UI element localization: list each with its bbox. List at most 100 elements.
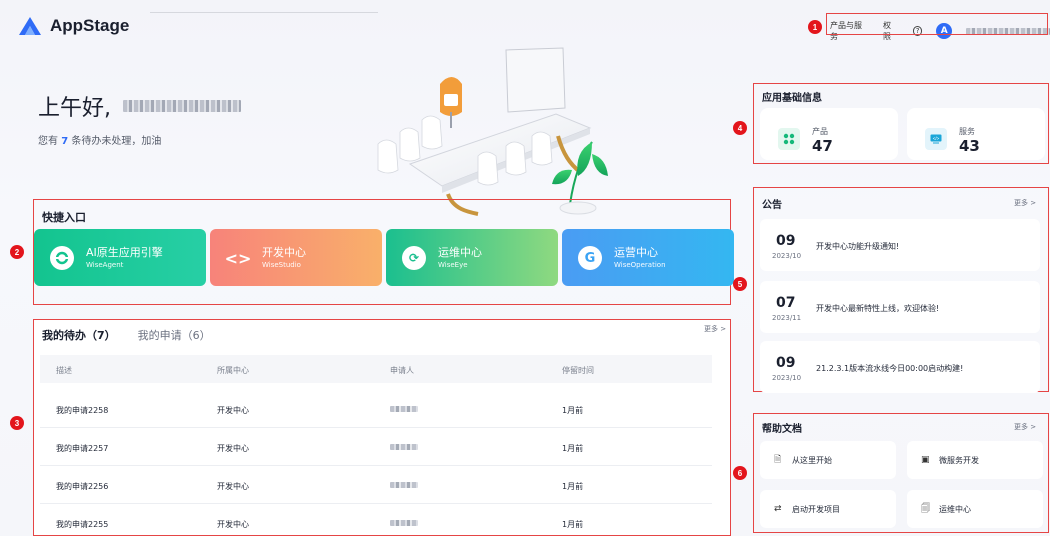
cell-stay-time: 1月前 <box>562 482 584 491</box>
table-row[interactable]: 我的申请2258 开发中心 1月前 <box>40 390 712 428</box>
document-icon: 🗎 <box>774 455 782 465</box>
ops-icon: ⟳ <box>402 246 426 270</box>
notice-item[interactable]: 09 2023/10 开发中心功能升级通知! <box>760 219 1040 271</box>
col-applicant: 申请人 <box>390 366 414 375</box>
terminal-icon: ▣ <box>921 455 930 465</box>
product-label: 产品 <box>812 127 828 136</box>
notice-year-month: 2023/10 <box>772 252 802 260</box>
notice-text[interactable]: 开发中心最新特性上线，欢迎体验! <box>816 303 939 314</box>
marker-5: 5 <box>733 277 747 291</box>
cell-description[interactable]: 我的申请2256 <box>56 481 108 492</box>
quick-card-operation-center[interactable]: G 运营中心 WiseOperation <box>562 229 734 286</box>
service-stat-card[interactable]: </> 服务 43 <box>907 108 1045 160</box>
col-center: 所属中心 <box>217 366 249 375</box>
doc-microservice-dev[interactable]: ▣ 微服务开发 <box>907 441 1043 479</box>
col-stay-time: 停留时间 <box>562 366 594 375</box>
svg-text:</>: </> <box>933 136 940 141</box>
quick-card-subtitle: WiseAgent <box>86 261 124 269</box>
cell-applicant-blurred <box>390 481 418 490</box>
top-links: 产品与服务 权限 ? A <box>830 20 1050 42</box>
quick-card-ops-center[interactable]: ⟳ 运维中心 WiseEye <box>386 229 558 286</box>
product-count: 47 <box>812 137 833 155</box>
cell-applicant-blurred <box>390 519 418 528</box>
marker-6: 6 <box>733 466 747 480</box>
product-icon <box>778 128 800 150</box>
cell-stay-time: 1月前 <box>562 444 584 453</box>
quick-card-title: 开发中心 <box>262 246 306 259</box>
avatar[interactable]: A <box>936 23 953 39</box>
product-stat-card[interactable]: 产品 47 <box>760 108 898 160</box>
switch-icon: ⇄ <box>774 504 782 514</box>
marker-3: 3 <box>10 416 24 430</box>
cell-applicant-blurred <box>390 443 418 452</box>
notice-year-month: 2023/10 <box>772 374 802 382</box>
table-row[interactable]: 我的申请2255 开发中心 1月前 <box>40 504 712 536</box>
marker-2: 2 <box>10 245 24 259</box>
help-icon[interactable]: ? <box>912 26 923 36</box>
todo-more-link[interactable]: 更多 > <box>704 324 726 334</box>
notice-item[interactable]: 07 2023/11 开发中心最新特性上线，欢迎体验! <box>760 281 1040 333</box>
table-row[interactable]: 我的申请2256 开发中心 1月前 <box>40 466 712 504</box>
todo-count: 7 <box>61 136 69 147</box>
doc-label: 启动开发项目 <box>792 505 840 514</box>
cell-center: 开发中心 <box>217 406 249 415</box>
quick-card-subtitle: WiseStudio <box>262 261 301 269</box>
ai-engine-icon <box>50 246 74 270</box>
greeting: 上午好, <box>38 90 241 122</box>
doc-ops-center[interactable]: 🗐 运维中心 <box>907 490 1043 528</box>
service-count: 43 <box>959 137 980 155</box>
quick-entry-title: 快捷入口 <box>42 211 86 224</box>
permission-link[interactable]: 权限 <box>883 20 899 42</box>
notice-item[interactable]: 09 2023/10 21.2.3.1版本流水线今日00:00启动构建! <box>760 341 1040 393</box>
cell-center: 开发中心 <box>217 520 249 529</box>
notice-text[interactable]: 21.2.3.1版本流水线今日00:00启动构建! <box>816 363 963 374</box>
cell-stay-time: 1月前 <box>562 406 584 415</box>
tab-my-requests[interactable]: 我的申请（6） <box>138 327 211 343</box>
quick-card-title: AI原生应用引擎 <box>86 246 163 259</box>
cell-description[interactable]: 我的申请2255 <box>56 519 108 530</box>
notice-title: 公告 <box>762 200 782 211</box>
cell-description[interactable]: 我的申请2258 <box>56 405 108 416</box>
notice-text[interactable]: 开发中心功能升级通知! <box>816 241 899 252</box>
code-icon: <> <box>224 248 252 268</box>
help-docs-title: 帮助文档 <box>762 424 802 435</box>
quick-card-title: 运维中心 <box>438 246 482 259</box>
appstage-logo-icon[interactable] <box>18 16 42 36</box>
quick-card-subtitle: WiseOperation <box>614 261 666 269</box>
doc-label: 微服务开发 <box>939 456 979 465</box>
doc-start-project[interactable]: ⇄ 启动开发项目 <box>760 490 896 528</box>
quick-card-dev-center[interactable]: <> 开发中心 WiseStudio <box>210 229 382 286</box>
greeting-username-blurred <box>123 100 241 112</box>
app-name[interactable]: AppStage <box>50 16 129 36</box>
marker-1: 1 <box>808 20 822 34</box>
notice-day: 09 <box>776 355 796 371</box>
top-bar: AppStage 产品与服务 权限 ? A <box>0 0 1050 44</box>
username-blurred[interactable] <box>966 27 1050 35</box>
table-row[interactable]: 我的申请2257 开发中心 1月前 <box>40 428 712 466</box>
tab-my-todo[interactable]: 我的待办（7） <box>42 327 116 343</box>
service-label: 服务 <box>959 127 975 136</box>
todo-tabs: 我的待办（7） 我的申请（6） <box>42 327 211 343</box>
operation-icon: G <box>578 246 602 270</box>
notice-more-link[interactable]: 更多 > <box>1014 198 1036 208</box>
app-info-title: 应用基础信息 <box>762 93 822 104</box>
help-docs-more-link[interactable]: 更多 > <box>1014 422 1036 432</box>
todo-summary: 您有 7 条待办未处理，加油 <box>38 136 162 147</box>
products-services-link[interactable]: 产品与服务 <box>830 20 869 42</box>
cell-applicant-blurred <box>390 405 418 414</box>
meeting-room-illustration <box>377 47 608 216</box>
col-description: 描述 <box>56 366 72 375</box>
notice-day: 09 <box>776 233 796 249</box>
quick-card-ai-engine[interactable]: AI原生应用引擎 WiseAgent <box>34 229 206 286</box>
cell-description[interactable]: 我的申请2257 <box>56 443 108 454</box>
cell-stay-time: 1月前 <box>562 520 584 529</box>
marker-4: 4 <box>733 121 747 135</box>
service-icon: </> <box>925 128 947 150</box>
cell-center: 开发中心 <box>217 444 249 453</box>
quick-card-subtitle: WiseEye <box>438 261 468 269</box>
greeting-text: 上午好, <box>38 96 111 121</box>
document-search-icon: 🗐 <box>921 504 930 514</box>
notice-day: 07 <box>776 295 796 311</box>
doc-getting-started[interactable]: 🗎 从这里开始 <box>760 441 896 479</box>
quick-card-title: 运营中心 <box>614 246 658 259</box>
